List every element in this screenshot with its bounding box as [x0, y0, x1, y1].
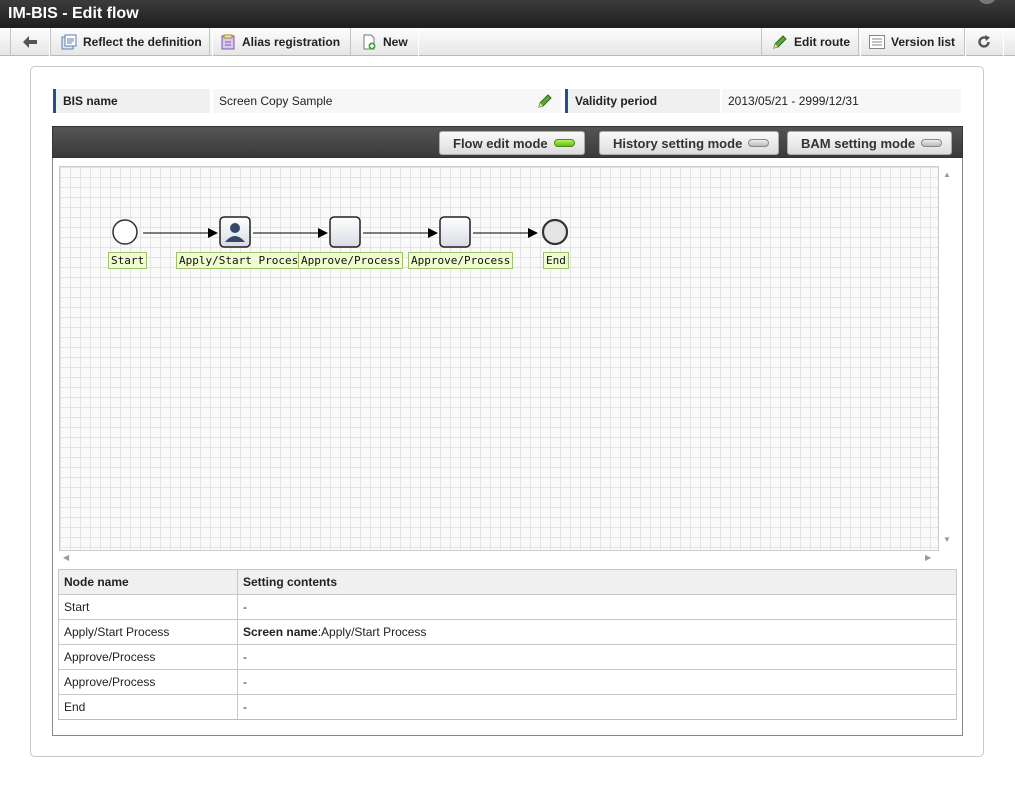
node-label-end: End — [543, 252, 569, 269]
node-name-cell: Approve/Process — [58, 644, 238, 670]
table-row[interactable]: Apply/Start Process Screen name:Apply/St… — [58, 619, 957, 645]
node-name-cell: Start — [58, 594, 238, 620]
setting-value: :Apply/Start Process — [317, 625, 427, 639]
column-header-setting-contents: Setting contents — [237, 569, 957, 595]
setting-contents-cell: - — [237, 669, 957, 695]
setting-contents-cell: - — [237, 594, 957, 620]
approve-process-node[interactable] — [329, 216, 361, 248]
setting-value: - — [243, 650, 247, 664]
node-label-approve-process: Approve/Process — [298, 252, 404, 269]
setting-value: - — [243, 700, 247, 714]
setting-value: - — [243, 675, 247, 689]
end-node[interactable] — [541, 218, 569, 246]
setting-contents-cell: Screen name:Apply/Start Process — [237, 619, 957, 645]
setting-value: - — [243, 600, 247, 614]
node-label-apply-start-process: Apply/Start Process — [176, 252, 308, 269]
setting-key: Screen name — [243, 625, 318, 639]
node-settings-table: Node name Setting contents Start - Apply… — [58, 569, 957, 720]
setting-contents-cell: - — [237, 644, 957, 670]
start-node[interactable] — [112, 219, 138, 245]
node-label-approve-process: Approve/Process — [408, 252, 514, 269]
apply-start-process-node[interactable] — [219, 216, 251, 248]
table-row[interactable]: Start - — [58, 594, 957, 620]
table-row[interactable]: Approve/Process - — [58, 669, 957, 695]
setting-contents-cell: - — [237, 694, 957, 720]
table-header-row: Node name Setting contents — [58, 569, 957, 595]
table-row[interactable]: Approve/Process - — [58, 644, 957, 670]
column-header-node-name: Node name — [58, 569, 238, 595]
node-name-cell: Apply/Start Process — [58, 619, 238, 645]
node-label-start: Start — [108, 252, 148, 269]
approve-process-node[interactable] — [439, 216, 471, 248]
table-row[interactable]: End - — [58, 694, 957, 720]
node-name-cell: Approve/Process — [58, 669, 238, 695]
node-name-cell: End — [58, 694, 238, 720]
